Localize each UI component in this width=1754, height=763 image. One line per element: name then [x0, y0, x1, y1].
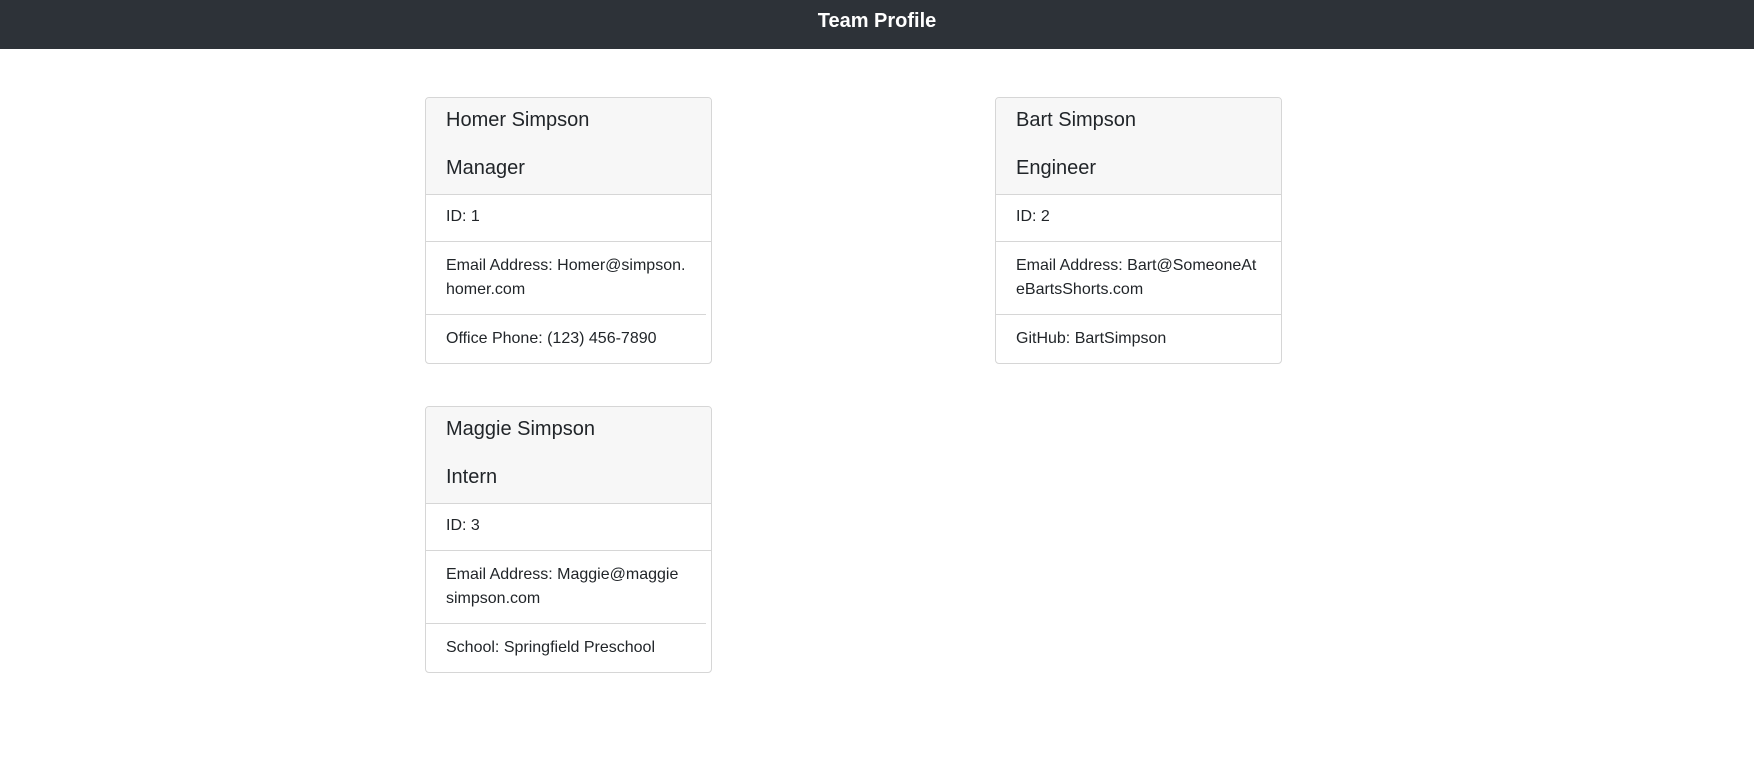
employee-github[interactable]: GitHub: BartSimpson — [996, 315, 1281, 363]
employee-id: ID: 3 — [426, 504, 711, 551]
employee-office-phone: Office Phone: (123) 456-7890 — [446, 330, 657, 347]
employee-name: Maggie Simpson — [446, 418, 595, 440]
employee-name: Bart Simpson — [1016, 109, 1137, 131]
employee-role: Intern — [446, 466, 498, 488]
employee-card-intern: Maggie Simpson Intern ID: 3 Email Addres… — [425, 406, 712, 673]
employee-name: Homer Simpson — [446, 109, 590, 131]
page-title: Team Profile — [817, 10, 937, 32]
top-navbar: Team Profile — [0, 0, 1754, 49]
employee-email[interactable]: Email Address: Maggie@maggiesimpson.com — [426, 551, 706, 624]
card-header: Bart Simpson Engineer — [996, 98, 1281, 195]
card-header: Maggie Simpson Intern — [426, 407, 711, 504]
card-header: Homer Simpson Manager — [426, 98, 711, 195]
employee-id: ID: 2 — [996, 195, 1281, 242]
employee-card-engineer: Bart Simpson Engineer ID: 2 Email Addres… — [995, 97, 1282, 364]
employee-role: Engineer — [1016, 157, 1097, 179]
employee-school: School: Springfield Preschool — [446, 639, 656, 656]
employee-card-manager: Homer Simpson Manager ID: 1 Email Addres… — [425, 97, 712, 364]
employee-email[interactable]: Email Address: Homer@simpson.homer.com — [426, 242, 706, 315]
employee-id: ID: 1 — [426, 195, 711, 242]
employee-email[interactable]: Email Address: Bart@SomeoneAteBartsShort… — [996, 242, 1281, 315]
employee-role: Manager — [446, 157, 525, 179]
